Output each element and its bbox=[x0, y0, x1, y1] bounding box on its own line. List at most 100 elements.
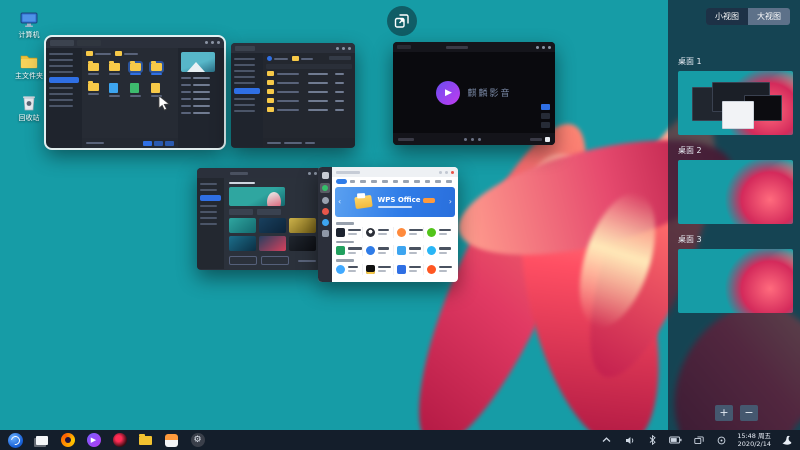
firefox-button[interactable] bbox=[60, 433, 75, 448]
app-card[interactable] bbox=[427, 227, 454, 238]
window-app-store[interactable]: ‹ WPS Office › bbox=[318, 167, 458, 282]
display-switch-button[interactable] bbox=[691, 433, 706, 448]
app-card[interactable] bbox=[397, 227, 424, 238]
wallpaper-preview bbox=[229, 187, 285, 206]
app-card[interactable] bbox=[336, 245, 363, 256]
settings-button[interactable]: ⚙ bbox=[190, 433, 205, 448]
input-method-button[interactable] bbox=[714, 433, 729, 448]
video-splash: ▶ 麒麟影音 bbox=[393, 52, 555, 133]
titlebar bbox=[332, 167, 458, 177]
start-menu-icon bbox=[8, 433, 23, 448]
window-file-manager-list[interactable] bbox=[231, 43, 355, 148]
preview-detail-row bbox=[181, 98, 221, 100]
window-settings[interactable] bbox=[197, 168, 321, 270]
video-side-panel bbox=[541, 104, 550, 128]
desktop-icon-label: 主文件夹 bbox=[15, 71, 43, 81]
app-card[interactable] bbox=[427, 245, 454, 256]
fm-path-row bbox=[82, 48, 178, 59]
app-card[interactable] bbox=[336, 264, 363, 275]
folder-icon bbox=[267, 107, 274, 112]
remove-workspace-button[interactable]: − bbox=[740, 405, 758, 421]
window-video-player[interactable]: ▶ 麒麟影音 bbox=[393, 42, 555, 145]
text-bar bbox=[95, 53, 111, 55]
folder-icon bbox=[267, 71, 274, 76]
folder-icon bbox=[267, 89, 274, 94]
app-card[interactable] bbox=[397, 264, 424, 275]
minimize-icon bbox=[439, 171, 442, 174]
footer-button bbox=[229, 256, 257, 265]
circle-indicator-icon bbox=[717, 436, 726, 445]
multitask-view-button[interactable] bbox=[387, 6, 417, 36]
desktop-icon-computer[interactable]: 计算机 bbox=[6, 12, 52, 40]
preview-detail-row bbox=[181, 91, 221, 93]
small-view-button[interactable]: 小视图 bbox=[706, 8, 748, 25]
wallpaper-thumb bbox=[259, 218, 286, 233]
add-workspace-button[interactable]: + bbox=[715, 405, 733, 421]
workspace-thumb-2[interactable] bbox=[678, 160, 793, 224]
music-player-button[interactable] bbox=[112, 433, 127, 448]
wallpaper-thumb bbox=[289, 218, 316, 233]
app-store-button[interactable] bbox=[164, 433, 179, 448]
rail-icon bbox=[322, 197, 329, 204]
banner-next-icon[interactable]: › bbox=[449, 197, 452, 206]
volume-button[interactable] bbox=[622, 433, 637, 448]
wallpaper-controls bbox=[229, 209, 316, 215]
sidebar-entry bbox=[200, 205, 217, 207]
firefox-icon bbox=[61, 433, 75, 447]
file-row bbox=[263, 87, 355, 96]
clock[interactable]: 15:48 周五 2020/2/14 bbox=[737, 432, 771, 448]
panel-button-active bbox=[541, 104, 550, 110]
desktop-icon-label: 回收站 bbox=[19, 113, 40, 123]
start-menu-button[interactable] bbox=[8, 433, 23, 448]
large-view-button[interactable]: 大视图 bbox=[748, 8, 790, 25]
system-tray: 15:48 周五 2020/2/14 bbox=[599, 432, 800, 448]
action-button bbox=[165, 141, 174, 146]
video-controlbar bbox=[393, 133, 555, 145]
app-card[interactable] bbox=[336, 227, 363, 238]
bluetooth-button[interactable] bbox=[645, 433, 660, 448]
stop-icon bbox=[545, 137, 550, 142]
maximize-icon bbox=[342, 47, 345, 50]
wallpaper-thumb bbox=[229, 218, 256, 233]
store-banner[interactable]: ‹ WPS Office › bbox=[335, 187, 455, 217]
fm-sidebar bbox=[231, 53, 263, 147]
folder-icon bbox=[139, 436, 152, 445]
kylin-bird-button[interactable] bbox=[779, 433, 794, 448]
video-player-button[interactable]: ▶ bbox=[86, 433, 101, 448]
panel-button bbox=[541, 122, 550, 128]
chevron-up-icon bbox=[602, 437, 611, 443]
wallpaper-grid bbox=[229, 218, 316, 251]
app-card[interactable] bbox=[427, 264, 454, 275]
show-desktop-button[interactable] bbox=[34, 433, 49, 448]
video-player-icon: ▶ bbox=[87, 433, 101, 447]
battery-button[interactable] bbox=[668, 433, 683, 448]
multitask-icon bbox=[394, 13, 410, 29]
workspace-label: 桌面 2 bbox=[678, 145, 793, 156]
wallpaper-thumb bbox=[289, 236, 316, 251]
workspace-thumb-1[interactable] bbox=[678, 71, 793, 135]
app-card[interactable] bbox=[397, 245, 424, 256]
minimize-icon bbox=[205, 41, 208, 44]
app-card[interactable] bbox=[366, 264, 393, 275]
maximize-icon bbox=[445, 171, 448, 174]
rail-icon bbox=[322, 219, 329, 226]
app-card[interactable] bbox=[366, 227, 393, 238]
file-item bbox=[88, 63, 99, 75]
rail-icon bbox=[322, 230, 329, 237]
tray-expand-button[interactable] bbox=[599, 433, 614, 448]
store-category-nav bbox=[332, 177, 458, 186]
category-tab bbox=[403, 180, 409, 183]
window-file-manager-icons[interactable] bbox=[46, 37, 224, 148]
window-controls bbox=[308, 172, 317, 175]
banner-illustration bbox=[354, 195, 373, 209]
close-icon bbox=[451, 171, 454, 174]
action-button bbox=[143, 141, 152, 146]
workspace-thumb-3[interactable] bbox=[678, 249, 793, 313]
banner-prev-icon[interactable]: ‹ bbox=[338, 197, 341, 206]
settings-footer bbox=[229, 256, 316, 265]
file-manager-button[interactable] bbox=[138, 433, 153, 448]
app-card[interactable] bbox=[366, 245, 393, 256]
sidebar-entry-active bbox=[200, 195, 221, 201]
preview-detail-row bbox=[181, 112, 221, 114]
folder-icon bbox=[267, 80, 274, 85]
